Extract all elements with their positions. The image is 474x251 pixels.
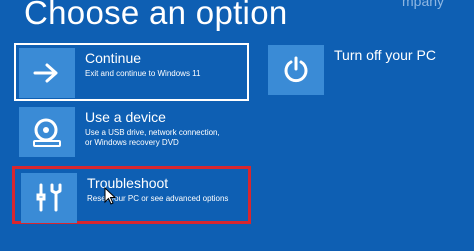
page-title: Choose an option (24, 0, 288, 31)
tools-icon (36, 183, 62, 212)
continue-description: Exit and continue to Windows 11 (85, 69, 201, 78)
power-icon (284, 56, 308, 83)
use-a-device-option[interactable]: Use a device Use a USB drive, network co… (19, 107, 251, 161)
use-a-device-description-line-1: Use a USB drive, network connection, (85, 128, 220, 137)
disc-drive-icon (33, 118, 61, 147)
troubleshoot-option[interactable]: Troubleshoot Reset your PC or see advanc… (12, 166, 251, 224)
continue-tile (19, 48, 75, 98)
use-a-device-description-line-2: or Windows recovery DVD (85, 138, 179, 147)
troubleshoot-inner: Troubleshoot Reset your PC or see advanc… (15, 169, 248, 223)
use-a-device-description: Use a USB drive, network connection, or … (85, 128, 220, 148)
use-a-device-text: Use a device Use a USB drive, network co… (75, 107, 220, 148)
turn-off-option[interactable]: Turn off your PC (268, 45, 468, 97)
use-a-device-tile (19, 107, 75, 157)
use-a-device-title: Use a device (85, 109, 166, 125)
mouse-cursor-icon (104, 187, 116, 205)
turn-off-tile (268, 45, 324, 95)
continue-text: Continue Exit and continue to Windows 11 (75, 48, 200, 79)
turn-off-title: Turn off your PC (334, 47, 436, 63)
troubleshoot-tile (21, 173, 77, 223)
turn-off-text: Turn off your PC (324, 45, 436, 63)
troubleshoot-text: Troubleshoot Reset your PC or see advanc… (77, 173, 228, 221)
arrow-right-icon (33, 63, 58, 83)
continue-title: Continue (85, 50, 142, 66)
continue-option[interactable]: Continue Exit and continue to Windows 11 (14, 43, 249, 101)
header-fragment: mpany (402, 0, 445, 9)
